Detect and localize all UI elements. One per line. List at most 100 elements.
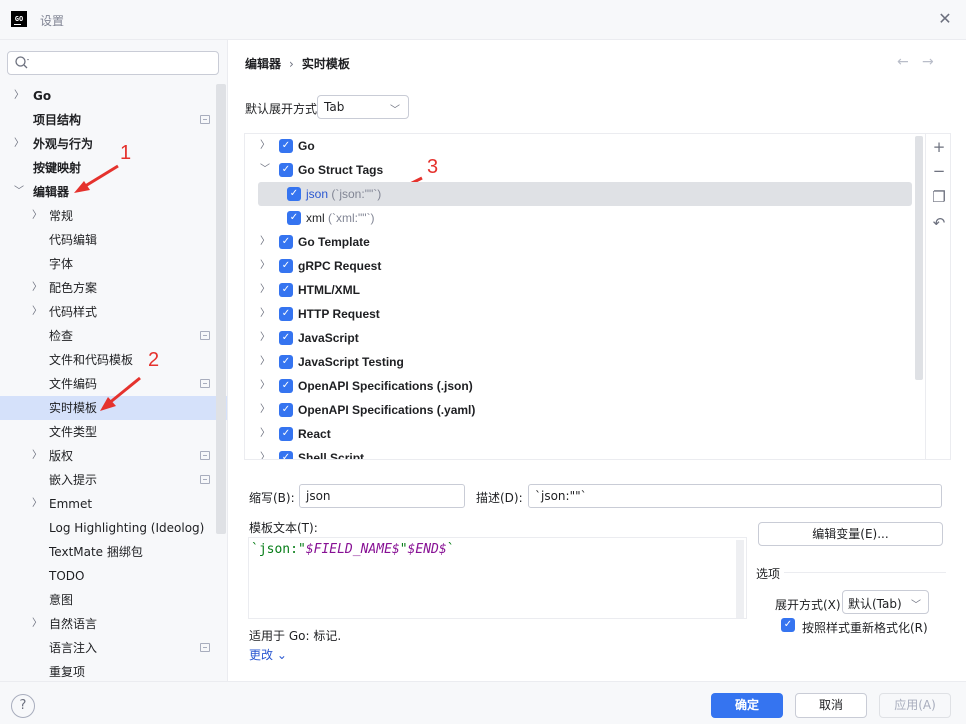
sidebar-scrollbar[interactable]	[216, 84, 226, 534]
group-checkbox[interactable]: ✓	[279, 331, 293, 345]
back-arrow-icon[interactable]: ←	[897, 54, 909, 70]
chevron-right-icon[interactable]: 〉	[260, 326, 270, 350]
chevron-right-icon: 〉	[14, 90, 24, 101]
sidebar-item-color-scheme[interactable]: 〉 配色方案	[0, 276, 218, 300]
group-checkbox[interactable]: ✓	[279, 379, 293, 393]
group-checkbox[interactable]: ✓	[279, 259, 293, 273]
chevron-right-icon[interactable]: 〉	[260, 278, 270, 302]
sidebar-item-copyright[interactable]: 〉 版权	[0, 444, 218, 468]
group-checkbox[interactable]: ✓	[279, 139, 293, 153]
sidebar-item-label: 配色方案	[49, 281, 98, 295]
template-group-go-template[interactable]: 〉 ✓ Go Template	[245, 230, 913, 254]
sidebar-item-label: 自然语言	[49, 617, 98, 631]
sidebar-item-code-style[interactable]: 〉 代码样式	[0, 300, 218, 324]
group-checkbox[interactable]: ✓	[279, 403, 293, 417]
chevron-right-icon[interactable]: 〉	[260, 398, 270, 422]
chevron-right-icon[interactable]: 〉	[260, 350, 270, 374]
group-checkbox[interactable]: ✓	[279, 307, 293, 321]
template-group-html-xml[interactable]: 〉 ✓ HTML/XML	[245, 278, 913, 302]
sidebar-item-file-templates[interactable]: 文件和代码模板	[0, 348, 218, 372]
group-checkbox[interactable]: ✓	[279, 451, 293, 459]
sidebar-item-keymap[interactable]: 按键映射	[0, 156, 218, 180]
breadcrumb-parent[interactable]: 编辑器	[245, 57, 281, 71]
tree-scrollbar[interactable]	[915, 136, 923, 380]
sidebar-item-project-structure[interactable]: 项目结构	[0, 108, 218, 132]
help-icon[interactable]: ?	[11, 694, 35, 718]
chevron-right-icon[interactable]: 〉	[260, 374, 270, 398]
template-item-xml[interactable]: ✓ xml (`xml:""`)	[245, 206, 913, 230]
template-group-openapi-json[interactable]: 〉 ✓ OpenAPI Specifications (.json)	[245, 374, 913, 398]
template-group-grpc[interactable]: 〉 ✓ gRPC Request	[245, 254, 913, 278]
sidebar-item-emmet[interactable]: 〉 Emmet	[0, 492, 218, 516]
sidebar-item-inspections[interactable]: 检查	[0, 324, 218, 348]
template-item-json[interactable]: ✓ json (`json:""`)	[258, 182, 912, 206]
group-checkbox[interactable]: ✓	[279, 235, 293, 249]
sidebar-item-inlay-hints[interactable]: 嵌入提示	[0, 468, 218, 492]
sidebar-item-natural-languages[interactable]: 〉 自然语言	[0, 612, 218, 636]
group-checkbox[interactable]: ✓	[279, 355, 293, 369]
template-text-editor[interactable]: `json:"$FIELD_NAME$"$END$`	[248, 537, 747, 619]
title-bar: GO 设置 ✕	[0, 0, 966, 40]
remove-icon[interactable]: −	[930, 162, 948, 180]
description-input[interactable]: `json:""`	[528, 484, 942, 508]
copy-icon[interactable]: ❐	[930, 188, 948, 206]
abbreviation-input[interactable]: json	[299, 484, 465, 508]
group-checkbox[interactable]: ✓	[279, 283, 293, 297]
apply-button[interactable]: 应用(A)	[879, 693, 951, 718]
sidebar-item-file-types[interactable]: 文件类型	[0, 420, 218, 444]
cancel-button[interactable]: 取消	[795, 693, 867, 718]
sidebar-item-general[interactable]: 〉 常规	[0, 204, 218, 228]
sidebar-item-live-templates[interactable]: 实时模板	[0, 396, 227, 420]
sidebar-item-label: 字体	[49, 257, 74, 271]
chevron-right-icon[interactable]: 〉	[260, 302, 270, 326]
group-checkbox[interactable]: ✓	[279, 163, 293, 177]
sidebar-item-language-injections[interactable]: 语言注入	[0, 636, 218, 660]
template-group-http-request[interactable]: 〉 ✓ HTTP Request	[245, 302, 913, 326]
template-checkbox[interactable]: ✓	[287, 187, 301, 201]
sidebar-item-font[interactable]: 字体	[0, 252, 218, 276]
template-group-shell-script[interactable]: 〉 ✓ Shell Script	[245, 446, 913, 459]
expand-with-select[interactable]: 默认(Tab) ﹀	[842, 590, 929, 614]
search-input[interactable]	[7, 51, 219, 75]
chevron-right-icon[interactable]: 〉	[260, 446, 270, 459]
template-group-go[interactable]: 〉 ✓ Go	[245, 134, 913, 158]
sidebar-item-label: Go	[33, 89, 52, 103]
close-icon[interactable]: ✕	[936, 10, 954, 28]
editor-scrollbar[interactable]	[736, 540, 744, 618]
annotation-number-1: 1	[120, 142, 132, 164]
template-group-react[interactable]: 〉 ✓ React	[245, 422, 913, 446]
chevron-right-icon[interactable]: 〉	[260, 254, 270, 278]
sidebar-item-editor[interactable]: ﹀ 编辑器	[0, 180, 218, 204]
sidebar-item-textmate[interactable]: TextMate 捆绑包	[0, 540, 218, 564]
project-scope-icon	[200, 115, 210, 124]
sidebar-item-duplicates[interactable]: 重复项	[0, 660, 218, 681]
expand-with-label: 展开方式(X)	[775, 598, 841, 612]
chevron-right-icon[interactable]: 〉	[260, 134, 270, 158]
sidebar-item-code-editing[interactable]: 代码编辑	[0, 228, 218, 252]
sidebar-item-todo[interactable]: TODO	[0, 564, 218, 588]
template-group-label: JavaScript	[298, 331, 359, 345]
template-group-javascript[interactable]: 〉 ✓ JavaScript	[245, 326, 913, 350]
group-checkbox[interactable]: ✓	[279, 427, 293, 441]
sidebar-item-intentions[interactable]: 意图	[0, 588, 218, 612]
template-checkbox[interactable]: ✓	[287, 211, 301, 225]
chevron-down-icon: ﹀	[390, 105, 400, 116]
sidebar-item-appearance[interactable]: 〉 外观与行为	[0, 132, 218, 156]
default-expand-select[interactable]: Tab ﹀	[317, 95, 409, 119]
forward-arrow-icon[interactable]: →	[922, 54, 934, 70]
template-group-openapi-yaml[interactable]: 〉 ✓ OpenAPI Specifications (.yaml)	[245, 398, 913, 422]
change-contexts-link[interactable]: 更改 ⌄	[249, 646, 287, 663]
reformat-checkbox[interactable]: ✓	[781, 618, 795, 632]
sidebar-item-file-encodings[interactable]: 文件编码	[0, 372, 218, 396]
chevron-right-icon[interactable]: 〉	[260, 230, 270, 254]
sidebar-item-log-highlighting[interactable]: Log Highlighting (Ideolog)	[0, 516, 218, 540]
restore-icon[interactable]: ↶	[930, 214, 948, 232]
edit-variables-button[interactable]: 编辑变量(E)...	[758, 522, 943, 546]
ok-button[interactable]: 确定	[711, 693, 783, 718]
chevron-down-icon[interactable]: ﹀	[260, 158, 270, 182]
add-icon[interactable]: +	[930, 138, 948, 156]
template-group-javascript-testing[interactable]: 〉 ✓ JavaScript Testing	[245, 350, 913, 374]
template-group-go-struct-tags[interactable]: ﹀ ✓ Go Struct Tags	[245, 158, 913, 182]
sidebar-item-go[interactable]: 〉 Go	[0, 84, 218, 108]
chevron-right-icon[interactable]: 〉	[260, 422, 270, 446]
